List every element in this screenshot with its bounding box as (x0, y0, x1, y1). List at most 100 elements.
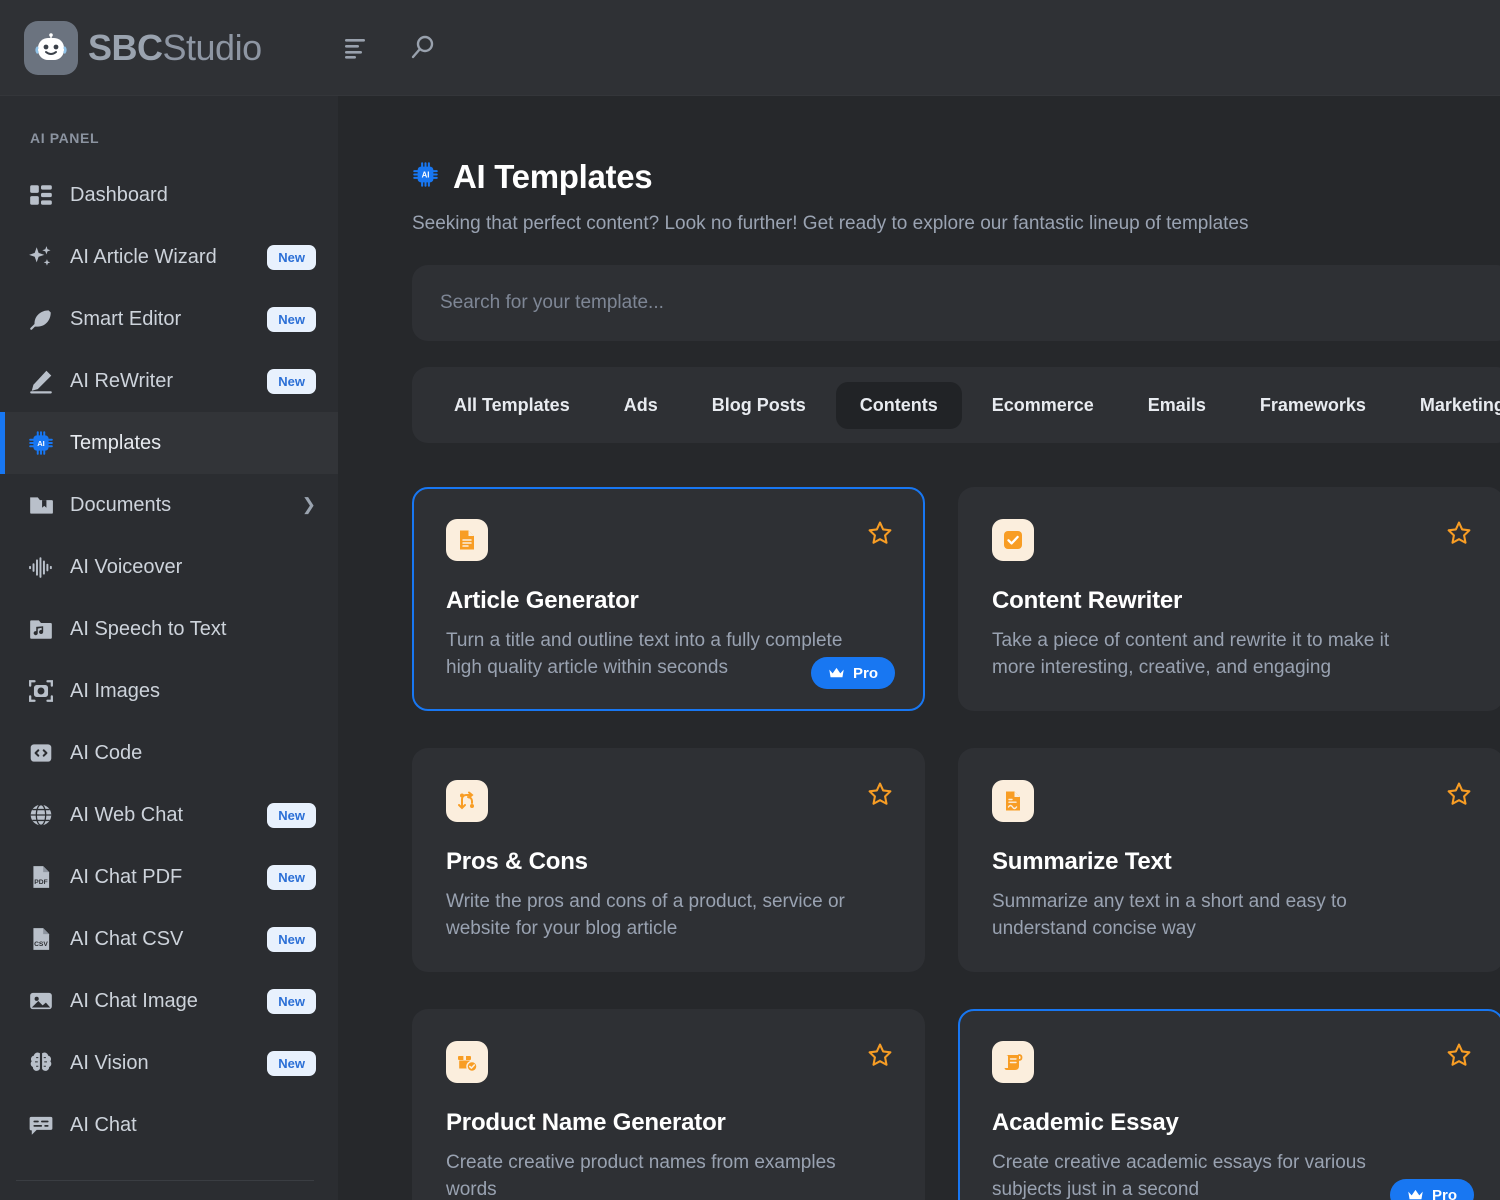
sidebar-item-ai-voiceover[interactable]: AI Voiceover (0, 536, 338, 598)
sidebar-item-label: AI Code (70, 741, 143, 764)
package-check-icon (446, 1041, 488, 1083)
sidebar-item-templates[interactable]: AI Templates (0, 412, 338, 474)
template-card-grid: Article Generator Turn a title and outlin… (412, 487, 1500, 1200)
sidebar-item-label: AI Voiceover (70, 555, 183, 578)
chat-bubble-icon (26, 1112, 56, 1138)
sidebar-item-ai-speech-to-text[interactable]: AI Speech to Text (0, 598, 338, 660)
sidebar-item-new-badge: New (267, 988, 316, 1014)
sidebar-items: Dashboard AI Article Wizard New Smart Edito… (0, 164, 338, 1156)
sidebar-item-ai-rewriter[interactable]: AI ReWriter New (0, 350, 338, 412)
template-card-title: Content Rewriter (992, 587, 1183, 614)
sidebar-item-ai-article-wizard[interactable]: AI Article Wizard New (0, 226, 338, 288)
star-outline-icon[interactable] (867, 1042, 893, 1073)
sidebar: AI PANEL Dashboard AI Article Wizard New Sm… (0, 96, 338, 1200)
svg-text:AI: AI (422, 170, 430, 179)
template-card-description: Write the pros and cons of a product, se… (446, 891, 845, 939)
star-outline-icon[interactable] (1446, 781, 1472, 812)
brain-icon (26, 1050, 56, 1076)
template-card[interactable]: Summarize Text Summarize any text in a sh… (958, 748, 1500, 972)
csv-file-icon: CSV (26, 926, 56, 952)
tab-frameworks[interactable]: Frameworks (1236, 382, 1390, 429)
scroll-icon (992, 1041, 1034, 1083)
globe-icon (26, 802, 56, 828)
pro-label: Pro (852, 664, 878, 682)
sidebar-item-ai-vision[interactable]: AI Vision New (0, 1032, 338, 1094)
sidebar-item-label: AI Chat (70, 1113, 137, 1136)
tab-ecommerce[interactable]: Ecommerce (968, 382, 1118, 429)
sidebar-item-ai-code[interactable]: AI Code (0, 722, 338, 784)
waveform-icon (26, 554, 56, 580)
template-card[interactable]: Academic Essay Create creative academic e… (958, 1009, 1500, 1200)
sidebar-item-ai-chat[interactable]: AI Chat (0, 1094, 338, 1156)
sidebar-item-ai-chat-csv[interactable]: CSV AI Chat CSV New (0, 908, 338, 970)
template-card-description: Create creative product names from examp… (446, 1152, 836, 1200)
pro-badge[interactable]: Pro (1389, 1179, 1474, 1200)
template-card[interactable]: Product Name Generator Create creative pr… (412, 1009, 925, 1200)
robot-logo-icon (24, 20, 78, 75)
svg-text:AI: AI (37, 439, 45, 448)
tab-emails[interactable]: Emails (1124, 382, 1230, 429)
template-search-bar[interactable] (412, 265, 1500, 341)
topbar-icons (344, 33, 438, 63)
sidebar-item-label: AI Article Wizard (70, 245, 217, 268)
sidebar-item-ai-chat-pdf[interactable]: PDF AI Chat PDF New (0, 846, 338, 908)
sidebar-item-label: AI Chat CSV (70, 927, 184, 950)
sidebar-item-label: Documents (70, 493, 172, 516)
star-outline-icon[interactable] (867, 781, 893, 812)
folder-bookmark-icon (26, 492, 56, 518)
body: AI PANEL Dashboard AI Article Wizard New Sm… (0, 96, 1500, 1200)
template-card[interactable]: Pros & Cons Write the pros and cons of a … (412, 748, 925, 972)
brand-text: SBCStudio (88, 27, 262, 69)
sidebar-item-smart-editor[interactable]: Smart Editor New (0, 288, 338, 350)
sidebar-item-label: Smart Editor (70, 307, 182, 330)
sidebar-item-ai-web-chat[interactable]: AI Web Chat New (0, 784, 338, 846)
crown-icon (1407, 1188, 1424, 1200)
search-icon[interactable] (408, 33, 438, 63)
tab-blog-posts[interactable]: Blog Posts (688, 382, 830, 429)
sidebar-item-label: AI Web Chat (70, 803, 184, 826)
pro-badge[interactable]: Pro (810, 657, 895, 689)
star-outline-icon[interactable] (867, 520, 893, 551)
sidebar-item-label: AI Chat Image (70, 989, 198, 1012)
tab-contents[interactable]: Contents (835, 381, 962, 429)
hamburger-menu-icon[interactable] (344, 36, 372, 60)
tab-marketing[interactable]: Marketing (1396, 382, 1500, 429)
dashboard-icon (26, 182, 56, 208)
document-lines-icon (446, 519, 488, 561)
sidebar-item-new-badge: New (267, 244, 316, 270)
template-card-title: Product Name Generator (446, 1109, 726, 1136)
sidebar-item-ai-images[interactable]: AI Images (0, 660, 338, 722)
template-card[interactable]: Content Rewriter Take a piece of content … (958, 487, 1500, 711)
brand-bold: SBC (88, 26, 163, 68)
tab-ads[interactable]: Ads (600, 382, 682, 429)
sidebar-item-documents[interactable]: Documents ❯ (0, 474, 338, 536)
image-icon (26, 988, 56, 1014)
sidebar-item-label: Templates (70, 431, 162, 454)
sidebar-item-label: AI Chat PDF (70, 865, 183, 888)
star-outline-icon[interactable] (1446, 520, 1472, 551)
top-bar: SBCStudio (0, 0, 1500, 96)
sidebar-item-label: Dashboard (70, 183, 168, 206)
pro-label: Pro (1431, 1186, 1457, 1200)
folder-music-icon (26, 616, 56, 642)
sidebar-section-label: AI PANEL (30, 130, 100, 146)
page-title: AI Templates (453, 158, 653, 195)
chevron-right-icon[interactable]: ❯ (302, 495, 316, 515)
template-card-title: Academic Essay (992, 1109, 1179, 1136)
camera-focus-icon (26, 678, 56, 704)
code-brackets-icon (26, 740, 56, 766)
template-card[interactable]: Article Generator Turn a title and outlin… (412, 487, 925, 711)
sidebar-item-new-badge: New (267, 1050, 316, 1076)
sidebar-item-ai-chat-image[interactable]: AI Chat Image New (0, 970, 338, 1032)
sidebar-divider (16, 1180, 314, 1181)
category-tabs: All Templates Ads Blog Posts Contents Ecomme… (412, 367, 1500, 443)
svg-text:PDF: PDF (34, 879, 47, 886)
brand[interactable]: SBCStudio (24, 20, 316, 75)
search-input[interactable] (440, 292, 1484, 314)
tab-all-templates[interactable]: All Templates (430, 382, 594, 429)
sidebar-item-dashboard[interactable]: Dashboard (0, 164, 338, 226)
template-card-title: Article Generator (446, 587, 639, 614)
svg-text:CSV: CSV (34, 941, 48, 948)
star-outline-icon[interactable] (1446, 1042, 1472, 1073)
sidebar-item-label: AI Vision (70, 1051, 149, 1074)
